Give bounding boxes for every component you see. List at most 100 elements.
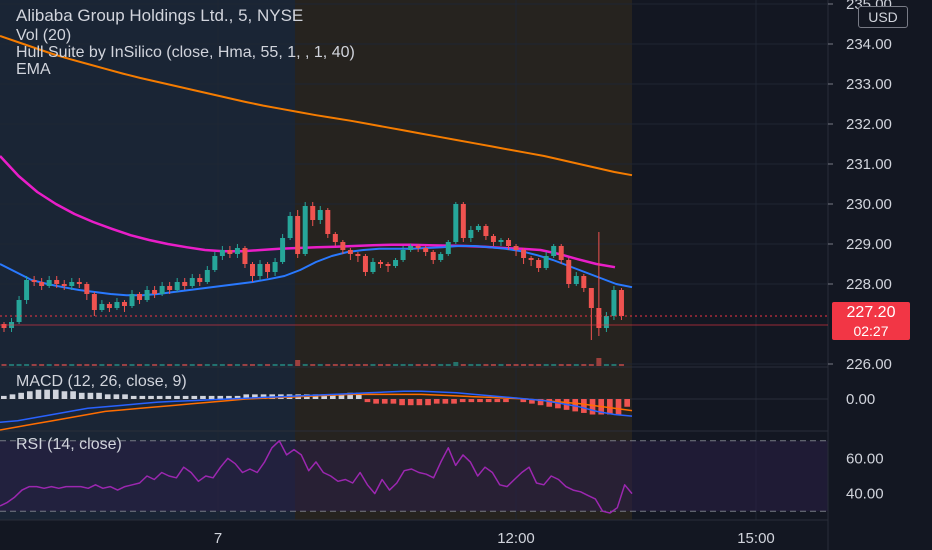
volume-bar: [227, 364, 233, 366]
macd-histogram-bar: [416, 399, 423, 406]
macd-histogram-bar: [451, 399, 457, 404]
volume-bar: [483, 364, 489, 366]
candle: [445, 240, 451, 256]
macd-histogram-bar: [78, 392, 85, 399]
candle-body: [39, 282, 45, 286]
candle-body: [144, 290, 150, 300]
candle-body: [400, 250, 406, 260]
price-tick-label: 231.00: [846, 156, 892, 173]
candle-body: [91, 294, 97, 310]
volume-bar: [61, 364, 67, 366]
candle-body: [54, 280, 60, 284]
rsi-band-fill: [0, 440, 828, 512]
candle-body: [453, 204, 459, 242]
volume-bar: [475, 364, 481, 366]
candle-body: [137, 294, 143, 300]
volume-bar: [272, 364, 278, 366]
symbol-title[interactable]: Alibaba Group Holdings Ltd., 5, NYSE: [16, 6, 303, 25]
macd-histogram-bar: [26, 391, 33, 399]
volume-bar: [257, 364, 263, 366]
macd-tick-label: 0.00: [846, 391, 875, 408]
volume-bar: [76, 364, 82, 366]
indicator-label-macd[interactable]: MACD (12, 26, close, 9): [16, 373, 187, 391]
volume-bar: [430, 364, 436, 366]
currency-button[interactable]: USD: [858, 6, 908, 28]
volume-bar: [581, 364, 587, 366]
candle-body: [430, 252, 436, 260]
candle-body: [603, 316, 609, 328]
candle-body: [340, 242, 346, 250]
candle-body: [121, 302, 127, 306]
candle-body: [84, 284, 90, 294]
candle-body: [167, 286, 173, 290]
macd-histogram-bar: [44, 389, 50, 399]
candle-body: [408, 246, 414, 250]
volume-bar: [513, 364, 519, 366]
candle-body: [159, 286, 165, 294]
chart-canvas[interactable]: 235.00234.00233.00232.00231.00230.00229.…: [0, 0, 932, 550]
candle-body: [415, 246, 421, 248]
volume-bar: [129, 364, 135, 366]
volume-bar: [249, 364, 255, 366]
macd-histogram-bar: [390, 399, 397, 404]
macd-histogram-bar: [503, 399, 509, 403]
macd-histogram-bar: [459, 399, 466, 403]
volume-bar: [197, 364, 203, 366]
candle: [611, 286, 617, 320]
candle-body: [468, 230, 474, 238]
volume-bar: [1, 364, 7, 366]
candle-body: [498, 240, 504, 242]
volume-bar: [385, 364, 391, 366]
candle: [618, 288, 624, 320]
macd-histogram-bar: [52, 389, 59, 399]
candle-body: [393, 260, 399, 266]
indicator-label-ema[interactable]: EMA: [16, 60, 51, 79]
volume-bar: [543, 364, 549, 366]
candle-body: [566, 260, 572, 284]
time-axis[interactable]: 7 12:00 15:00: [214, 530, 775, 547]
candle-body: [272, 262, 278, 272]
volume-bar: [393, 364, 399, 366]
volume-bar: [423, 364, 429, 366]
time-tick-label: 15:00: [737, 530, 775, 547]
candle-body: [61, 284, 67, 286]
candle-body: [69, 282, 75, 286]
candle-body: [423, 248, 429, 252]
candle-body: [581, 276, 587, 288]
macd-histogram-bar: [87, 392, 94, 399]
macd-histogram-bar: [399, 399, 405, 406]
macd-histogram-bar: [113, 394, 120, 399]
volume-bar: [280, 364, 286, 366]
indicator-label-rsi[interactable]: RSI (14, close): [16, 436, 122, 454]
volume-bar: [69, 364, 75, 366]
volume-bar: [588, 364, 594, 366]
candle-body: [280, 238, 286, 262]
candle-body: [317, 210, 323, 220]
volume-bar: [347, 364, 353, 366]
macd-histogram-bar: [104, 394, 111, 399]
candle-body: [483, 226, 489, 236]
chart-container[interactable]: 235.00234.00233.00232.00231.00230.00229.…: [0, 0, 932, 550]
macd-histogram-bar: [35, 389, 42, 399]
volume-bar: [204, 364, 210, 366]
volume-bar: [573, 364, 579, 366]
volume-bar: [31, 364, 37, 366]
macd-histogram-bar: [18, 392, 24, 399]
volume-bar: [490, 364, 496, 366]
volume-bar: [460, 364, 466, 366]
volume-bar: [212, 364, 218, 366]
price-axis[interactable]: 235.00234.00233.00232.00231.00230.00229.…: [827, 0, 932, 550]
macd-histogram-bar: [425, 399, 431, 406]
indicator-label-hull[interactable]: Hull Suite by InSilico (close, Hma, 55, …: [16, 43, 355, 62]
volume-bar: [121, 364, 127, 366]
volume-bar: [378, 364, 383, 366]
macd-histogram-bar: [191, 395, 198, 399]
volume-bar: [521, 364, 527, 366]
candle-body: [588, 288, 594, 308]
volume-bar: [566, 364, 572, 366]
volume-bar: [340, 364, 346, 366]
price-tick-label: 230.00: [846, 196, 892, 213]
macd-histogram-bar: [589, 399, 596, 415]
candle-body: [257, 264, 263, 276]
volume-bar: [137, 364, 143, 366]
